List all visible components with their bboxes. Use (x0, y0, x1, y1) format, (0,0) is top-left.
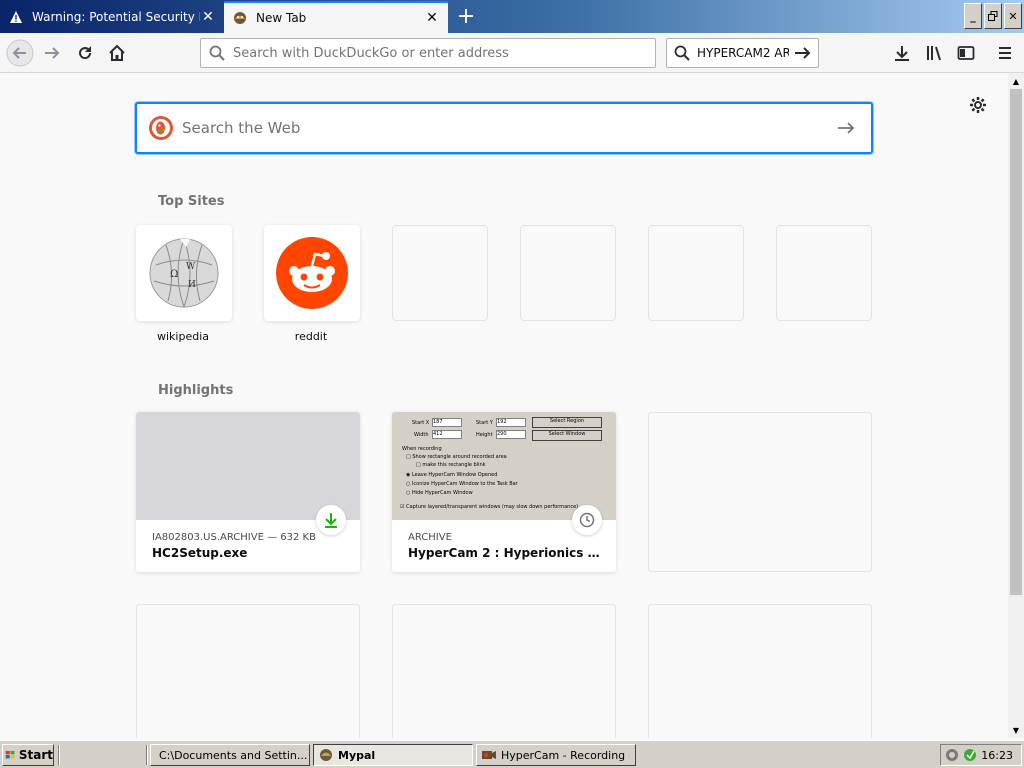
reddit-icon (276, 237, 348, 309)
downloads-icon[interactable] (888, 39, 916, 67)
windows-taskbar: Start C:\Documents and Settin... Mypal H… (0, 740, 1024, 768)
close-tab-icon[interactable]: ✕ (200, 9, 216, 25)
system-tray: 16:23 (940, 744, 1022, 766)
top-site-empty[interactable] (648, 225, 744, 321)
highlight-card-archive[interactable]: Start X 187 Start Y 192 Select Region Wi… (392, 412, 616, 572)
taskbar-item-label: Mypal (338, 748, 376, 762)
highlight-context: ARCHIVE (408, 532, 452, 543)
mypal-icon (232, 10, 248, 26)
tab-label: New Tab (256, 11, 307, 25)
gear-icon[interactable] (966, 93, 990, 117)
navigation-toolbar: HYPERCAM2 AR( (0, 33, 1024, 73)
svg-text:И: И (188, 280, 196, 290)
highlight-card-empty (136, 604, 360, 738)
web-search-input[interactable] (182, 119, 821, 137)
search-icon (667, 45, 697, 61)
highlight-thumbnail (136, 412, 360, 520)
tray-status-icon[interactable] (945, 748, 959, 762)
taskbar-separator (146, 745, 148, 765)
sidebar-icon[interactable] (952, 39, 980, 67)
taskbar-item-label: C:\Documents and Settin... (159, 748, 308, 762)
back-arrow-icon[interactable] (6, 39, 34, 67)
restore-button[interactable] (984, 3, 1002, 29)
highlight-context: IA802803.US.ARCHIVE — 632 KB (152, 532, 316, 543)
tab-label: Warning: Potential Security Risk Ah (32, 10, 200, 24)
top-site-label: reddit (294, 330, 328, 343)
hypercam-icon (482, 751, 496, 759)
svg-text:W: W (186, 262, 196, 272)
forward-arrow-icon[interactable] (38, 39, 66, 67)
start-button[interactable]: Start (2, 744, 54, 766)
wikipedia-icon: Ω W И (149, 238, 219, 308)
highlight-card-empty (648, 604, 872, 738)
taskbar-item-mypal[interactable]: Mypal (313, 744, 473, 766)
top-site-empty[interactable] (392, 225, 488, 321)
tab-new-tab[interactable]: New Tab ✕ (224, 1, 448, 33)
taskbar-separator (58, 745, 60, 765)
library-icon[interactable] (920, 39, 948, 67)
highlights-heading: Highlights (158, 383, 234, 398)
new-tab-page: Top Sites Ω W И wikipedia reddit Highlig… (0, 73, 1008, 738)
close-window-button[interactable]: ✕ (1004, 3, 1022, 29)
scrollbar-thumb[interactable] (1010, 89, 1022, 595)
highlight-thumbnail: Start X 187 Start Y 192 Select Region Wi… (392, 412, 616, 520)
top-site-empty[interactable] (776, 225, 872, 321)
top-site-empty[interactable] (520, 225, 616, 321)
reload-icon[interactable] (71, 39, 99, 67)
home-icon[interactable] (103, 39, 131, 67)
taskbar-item-explorer[interactable]: C:\Documents and Settin... (150, 744, 310, 766)
search-go-arrow-icon[interactable] (789, 45, 817, 61)
tab-strip: Warning: Potential Security Risk Ah ✕ Ne… (0, 0, 1024, 33)
start-label: Start (18, 748, 53, 762)
new-tab-plus-icon[interactable]: + (452, 2, 480, 30)
minimize-button[interactable]: _ (964, 3, 982, 29)
url-input[interactable] (233, 45, 643, 61)
search-submit-arrow-icon[interactable] (821, 120, 871, 136)
duckduckgo-logo-icon (149, 116, 173, 140)
vertical-scrollbar[interactable]: ▲ ▼ (1008, 73, 1024, 738)
highlight-card-download[interactable]: IA802803.US.ARCHIVE — 632 KB HC2Setup.ex… (136, 412, 360, 572)
highlight-title: HyperCam 2 : Hyperionics : Free Download… (408, 546, 604, 560)
address-bar[interactable] (200, 38, 656, 68)
search-bar-value[interactable]: HYPERCAM2 AR( (697, 46, 789, 60)
top-sites-heading: Top Sites (158, 194, 225, 209)
top-site-label: wikipedia (156, 330, 209, 343)
history-icon (572, 505, 602, 535)
close-tab-icon[interactable]: ✕ (424, 10, 440, 26)
hypercam-dialog-screenshot: Start X 187 Start Y 192 Select Region Wi… (392, 412, 616, 520)
hamburger-menu-icon[interactable] (991, 39, 1019, 67)
top-site-reddit[interactable] (264, 225, 360, 321)
mypal-icon (320, 749, 332, 761)
search-bar[interactable]: HYPERCAM2 AR( (666, 38, 819, 68)
svg-text:Ω: Ω (170, 269, 178, 280)
highlight-card-empty (648, 412, 872, 572)
search-icon (201, 45, 233, 61)
scroll-down-arrow-icon[interactable]: ▼ (1008, 722, 1024, 738)
tab-security-warning[interactable]: Warning: Potential Security Risk Ah ✕ (0, 1, 224, 33)
top-site-wikipedia[interactable]: Ω W И (136, 225, 232, 321)
web-search-box[interactable] (135, 102, 873, 154)
tray-network-icon[interactable] (963, 748, 977, 762)
taskbar-clock: 16:23 (981, 748, 1013, 762)
scroll-up-arrow-icon[interactable]: ▲ (1008, 73, 1024, 89)
windows-logo-icon (5, 750, 15, 759)
download-icon (316, 505, 346, 535)
warning-icon (8, 9, 24, 25)
highlight-card-empty (392, 604, 616, 738)
taskbar-item-label: HyperCam - Recording (501, 748, 626, 762)
taskbar-item-hypercam[interactable]: HyperCam - Recording (476, 744, 636, 766)
window-controls: _ ✕ (964, 3, 1022, 29)
highlight-title: HC2Setup.exe (152, 546, 248, 560)
